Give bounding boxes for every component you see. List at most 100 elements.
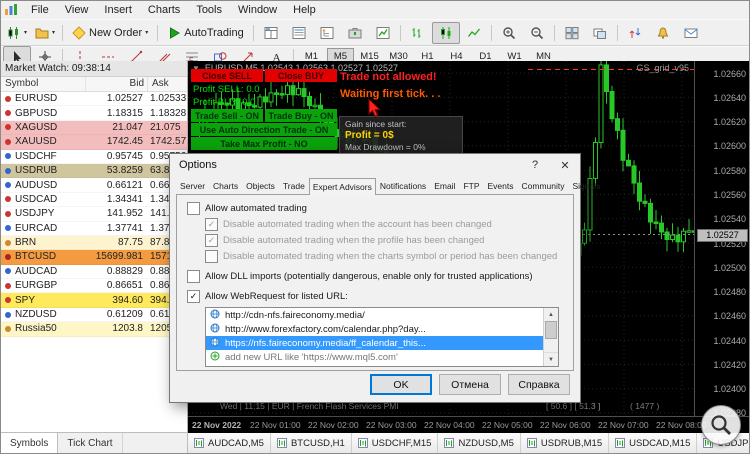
checkbox-box[interactable] (187, 270, 200, 283)
toolbox-toggle[interactable] (341, 22, 369, 44)
chart-bars-button[interactable] (404, 22, 432, 44)
price-axis[interactable]: 1.02660 1.02640 1.02620 1.02600 1.02580 1.025… (694, 61, 749, 419)
symbol-row-audusd[interactable]: AUDUSD0.661210.66129 (1, 178, 187, 193)
checkbox-disable-on-account-change[interactable]: ✓ Disable automated trading when the acco… (205, 218, 565, 231)
symbol-row-spy[interactable]: SPY 394.60 394.74 (1, 293, 187, 308)
checkbox-disable-on-profile-change[interactable]: ✓ Disable automated trading when the prof… (205, 234, 565, 247)
zoom-out-button[interactable] (523, 22, 551, 44)
url-item-2[interactable]: https://nfs.faireconomy.media/ff_calenda… (206, 336, 544, 350)
cascade-windows-button[interactable] (586, 22, 614, 44)
symbol-row-usdchf[interactable]: USDCHF0.957450.95756 (1, 149, 187, 164)
cancel-button[interactable]: Отмена (439, 374, 501, 395)
dialog-tab-server[interactable]: Server (176, 177, 209, 194)
ok-button[interactable]: OK (370, 374, 432, 395)
close-sell-button[interactable]: Close SELL (191, 69, 263, 82)
help-button[interactable]: Справка (508, 374, 570, 395)
chart-tab-usdchf-m15[interactable]: USDCHF,M15 (351, 433, 439, 453)
autotrading-button[interactable]: AutoTrading (161, 22, 250, 44)
menu-window[interactable]: Window (230, 3, 285, 17)
column-header-symbol[interactable]: Symbol (1, 77, 85, 91)
symbol-row-eurcad[interactable]: EURCAD1.377411.37755 (1, 221, 187, 236)
options-dialog-titlebar[interactable]: Options ? ✕ (170, 154, 580, 176)
auto-direction-toggle[interactable]: Use Auto Direction Trade - ON (191, 123, 337, 136)
webrequest-url-list[interactable]: http://cdn-nfs.faireconomy.media/http://… (205, 307, 559, 367)
symbol-row-nzdusd[interactable]: NZDUSD0.612090.61218 (1, 307, 187, 323)
checkbox-allow-dll-imports[interactable]: Allow DLL imports (potentially dangerous… (187, 270, 565, 283)
data-window-toggle[interactable] (285, 22, 313, 44)
symbol-row-usdjpy[interactable]: USDJPY141.952141.963 (1, 207, 187, 222)
checkbox-box[interactable]: ✓ (187, 290, 200, 303)
dialog-tab-expert-advisors[interactable]: Expert Advisors (308, 178, 376, 195)
time-axis[interactable]: 22 Nov 2022 22 Nov 01:00 22 Nov 02:00 22 No… (188, 416, 749, 433)
trade-sell-toggle[interactable]: Trade Sell - ON (191, 109, 263, 122)
symbol-row-russia50[interactable]: Russia50 1203.8 1205.3 (1, 322, 187, 337)
dialog-tab-trade[interactable]: Trade (279, 177, 309, 194)
zoom-in-button[interactable] (495, 22, 523, 44)
symbol-row-eurusd[interactable]: EURUSD 1.02527 1.02533 (1, 92, 187, 107)
symbol-row-usdcad[interactable]: USDCAD1.343411.34352 (1, 192, 187, 208)
tile-windows-button[interactable] (558, 22, 586, 44)
chart-candles-button[interactable] (431, 21, 460, 44)
market-watch-toggle[interactable] (257, 22, 285, 44)
scroll-up-icon[interactable]: ▲ (544, 308, 558, 322)
dialog-tab-community[interactable]: Community (518, 177, 569, 194)
take-max-profit-toggle[interactable]: Take Max Profit - NO (191, 137, 337, 150)
checkbox-box[interactable] (205, 250, 218, 263)
checkbox-disable-on-symbol-change[interactable]: Disable automated trading when the chart… (205, 250, 565, 263)
url-item-1[interactable]: http://www.forexfactory.com/calendar.php… (206, 322, 544, 336)
symbol-row-gbpusd[interactable]: GBPUSD 1.18315 1.18328 (1, 106, 187, 121)
column-header-ask[interactable]: Ask (147, 77, 187, 91)
dialog-tab-notifications[interactable]: Notifications (376, 177, 430, 194)
dialog-close-button[interactable]: ✕ (550, 154, 580, 176)
trade-buy-toggle[interactable]: Trade Buy - ON (265, 109, 337, 122)
dialog-tab-objects[interactable]: Objects (242, 177, 279, 194)
symbol-row-usdrub[interactable]: USDRUB53.825963.8256 (1, 163, 187, 179)
menu-charts[interactable]: Charts (140, 3, 188, 17)
chart-tab-usdcad-m15[interactable]: USDCAD,M15 (609, 433, 698, 453)
checkbox-box[interactable]: ✓ (205, 218, 218, 231)
new-order-button[interactable]: New Order ▾ (66, 22, 154, 44)
dialog-tab-ftp[interactable]: FTP (459, 177, 483, 194)
menu-file[interactable]: File (23, 3, 57, 17)
checkbox-allow-webrequest[interactable]: ✓ Allow WebRequest for listed URL: (187, 290, 565, 303)
scrollbar-thumb[interactable] (545, 321, 557, 339)
menu-help[interactable]: Help (285, 3, 324, 17)
chart-tab-btcusd-h1[interactable]: BTCUSD,H1 (270, 433, 352, 453)
menu-view[interactable]: View (57, 3, 97, 17)
dialog-tab-email[interactable]: Email (430, 177, 459, 194)
symbol-row-btcusd[interactable]: BTCUSD15699.98115712.35 (1, 250, 187, 265)
strategy-tester-toggle[interactable] (369, 22, 397, 44)
url-list-scrollbar[interactable]: ▲ ▼ (543, 308, 558, 366)
symbol-row-eurgbp[interactable]: EURGBP0.866510.86663 (1, 279, 187, 294)
dialog-help-button[interactable]: ? (520, 154, 550, 176)
add-url-item[interactable]: add new URL like 'https://www.mql5.com' (206, 350, 544, 364)
symbol-row-audcad[interactable]: AUDCAD0.888290.88843 (1, 264, 187, 280)
new-chart-button[interactable]: ▾ (3, 22, 31, 44)
alerts-button[interactable] (649, 22, 677, 44)
symbol-row-xauusd[interactable]: XAUUSD 1742.45 1742.57 (1, 135, 187, 150)
chart-line-button[interactable] (460, 22, 488, 44)
panel-tab-symbols[interactable]: Symbols (1, 433, 59, 453)
checkbox-allow-automated-trading[interactable]: Allow automated trading (187, 202, 565, 215)
dialog-tab-charts[interactable]: Charts (209, 177, 242, 194)
checkbox-box[interactable]: ✓ (205, 234, 218, 247)
column-header-bid[interactable]: Bid (85, 77, 147, 91)
close-buy-button[interactable]: Close BUY (265, 69, 337, 82)
scroll-down-icon[interactable]: ▼ (544, 352, 558, 366)
dialog-tab-signals[interactable]: Signals (569, 177, 605, 194)
dialog-tab-events[interactable]: Events (484, 177, 518, 194)
panel-tab-tick-chart[interactable]: Tick Chart (58, 433, 123, 453)
symbol-row-brn[interactable]: BRN 87.75 87.82 (1, 235, 187, 251)
symbol-row-xagusd[interactable]: XAGUSD 21.047 21.075 (1, 120, 187, 136)
chart-tab-usdrub-m15[interactable]: USDRUB,M15 (520, 433, 610, 453)
checkbox-box[interactable] (187, 202, 200, 215)
chart-tab-audcad-m5[interactable]: AUDCAD,M5 (188, 433, 271, 453)
navigator-toggle[interactable] (313, 22, 341, 44)
menu-insert[interactable]: Insert (96, 3, 140, 17)
profiles-button[interactable]: ▾ (31, 22, 59, 44)
magnifier-overlay[interactable] (701, 405, 741, 445)
chart-tab-nzdusd-m5[interactable]: NZDUSD,M5 (438, 433, 521, 453)
depth-of-market-button[interactable] (621, 22, 649, 44)
menu-tools[interactable]: Tools (188, 3, 230, 17)
url-item-0[interactable]: http://cdn-nfs.faireconomy.media/ (206, 308, 544, 322)
